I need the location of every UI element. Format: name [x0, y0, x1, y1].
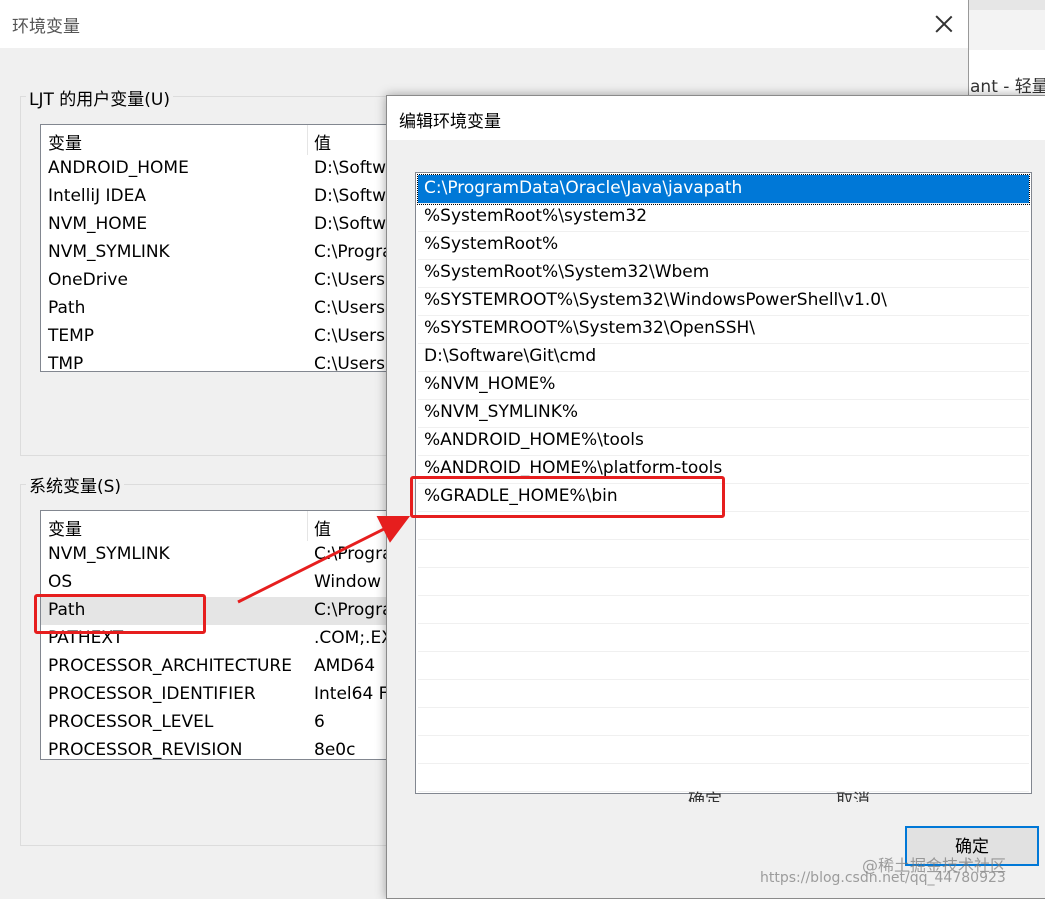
- path-entry[interactable]: %NVM_SYMLINK%: [418, 399, 1029, 428]
- variable-value: 8e0c: [314, 740, 356, 760]
- path-entry[interactable]: %NVM_HOME%: [418, 371, 1029, 400]
- path-entry-text: %SystemRoot%: [424, 234, 559, 254]
- variable-value: 6: [314, 712, 325, 732]
- edit-dialog-titlebar: 编辑环境变量: [387, 96, 1045, 140]
- variable-value: .COM;.EX: [314, 628, 393, 648]
- env-ok-button-partial[interactable]: 确定: [688, 786, 808, 802]
- gradle-highlight-box: [410, 476, 725, 518]
- variable-name: NVM_HOME: [48, 214, 148, 234]
- path-entry[interactable]: %SYSTEMROOT%\System32\WindowsPowerShell\…: [418, 287, 1029, 316]
- variable-name: PROCESSOR_IDENTIFIER: [48, 684, 256, 704]
- path-entry-text: %NVM_SYMLINK%: [424, 402, 579, 422]
- variable-name: TEMP: [48, 326, 95, 346]
- col-variable-header[interactable]: 变量: [48, 515, 82, 540]
- path-entry-text: %ANDROID_HOME%\platform-tools: [424, 458, 723, 478]
- column-separator: [307, 125, 308, 155]
- background-window-title: ant - 轻量: [970, 77, 1045, 97]
- path-entry[interactable]: D:\Software\Git\cmd: [418, 343, 1029, 372]
- background-window-toolbar: [968, 10, 1045, 50]
- env-dialog-titlebar: 环境变量: [0, 0, 968, 48]
- path-entry-text: D:\Software\Git\cmd: [424, 346, 597, 366]
- path-entry-text: %SYSTEMROOT%\System32\OpenSSH\: [424, 318, 756, 338]
- path-entry[interactable]: %SystemRoot%: [418, 231, 1029, 260]
- empty-path-slot[interactable]: [418, 651, 1029, 680]
- env-cancel-button-partial[interactable]: 取消: [836, 786, 956, 802]
- variable-value: D:\Softw: [314, 158, 386, 178]
- annotation-arrow-icon: [237, 515, 411, 604]
- variable-value: C:\Users: [314, 354, 385, 372]
- path-entry-text: %SystemRoot%\System32\Wbem: [424, 262, 710, 282]
- variable-name: OneDrive: [48, 270, 128, 290]
- path-entry-text: %SystemRoot%\system32: [424, 206, 648, 226]
- variable-name: Path: [48, 298, 86, 318]
- path-entry[interactable]: %SystemRoot%\System32\Wbem: [418, 259, 1029, 288]
- empty-path-slot[interactable]: [418, 539, 1029, 568]
- variable-value: Intel64 F: [314, 684, 389, 704]
- variable-value: D:\Softw: [314, 186, 386, 206]
- empty-path-slot[interactable]: [418, 595, 1029, 624]
- variable-name: PROCESSOR_ARCHITECTURE: [48, 656, 292, 676]
- variable-name: NVM_SYMLINK: [48, 242, 170, 262]
- variable-name: PROCESSOR_REVISION: [48, 740, 243, 760]
- watermark-url: https://blog.csdn.net/qq_44780923: [760, 870, 1006, 886]
- path-entry[interactable]: C:\ProgramData\Oracle\Java\javapath: [417, 174, 1030, 205]
- empty-path-slot[interactable]: [418, 679, 1029, 708]
- empty-path-slot[interactable]: [418, 707, 1029, 736]
- empty-path-slot[interactable]: [418, 623, 1029, 652]
- variable-name: PROCESSOR_LEVEL: [48, 712, 214, 732]
- edit-dialog-title: 编辑环境变量: [399, 112, 501, 132]
- path-entry-text: %NVM_HOME%: [424, 374, 556, 394]
- variable-name: OS: [48, 572, 73, 592]
- col-variable-header[interactable]: 变量: [48, 129, 82, 154]
- path-entry-text: %ANDROID_HOME%\tools: [424, 430, 644, 450]
- path-highlight-box: [34, 594, 206, 634]
- empty-path-slot[interactable]: [418, 735, 1029, 764]
- close-icon[interactable]: [930, 12, 958, 36]
- path-entry-text: %SYSTEMROOT%\System32\WindowsPowerShell\…: [424, 290, 887, 310]
- empty-path-slot[interactable]: [418, 567, 1029, 596]
- col-value-header[interactable]: 值: [314, 129, 331, 154]
- path-entry[interactable]: %ANDROID_HOME%\tools: [418, 427, 1029, 456]
- path-entry[interactable]: %SYSTEMROOT%\System32\OpenSSH\: [418, 315, 1029, 344]
- system-vars-label: 系统变量(S): [26, 472, 125, 497]
- variable-name: ANDROID_HOME: [48, 158, 189, 178]
- variable-value: C:\Progra: [314, 242, 393, 262]
- variable-value: AMD64: [314, 656, 376, 676]
- background-window-bar: [968, 0, 1045, 10]
- user-vars-label: LJT 的用户变量(U): [26, 85, 173, 110]
- path-entry[interactable]: %SystemRoot%\system32: [418, 203, 1029, 232]
- variable-name: NVM_SYMLINK: [48, 544, 170, 564]
- variable-name: IntelliJ IDEA: [48, 186, 146, 206]
- variable-value: D:\Softw: [314, 214, 386, 234]
- variable-value: C:\Users: [314, 326, 385, 346]
- variable-name: TMP: [48, 354, 84, 372]
- variable-value: C:\Users: [314, 298, 385, 318]
- env-dialog-title: 环境变量: [12, 17, 80, 37]
- path-entry-text: C:\ProgramData\Oracle\Java\javapath: [424, 178, 743, 198]
- variable-value: C:\Users: [314, 270, 385, 290]
